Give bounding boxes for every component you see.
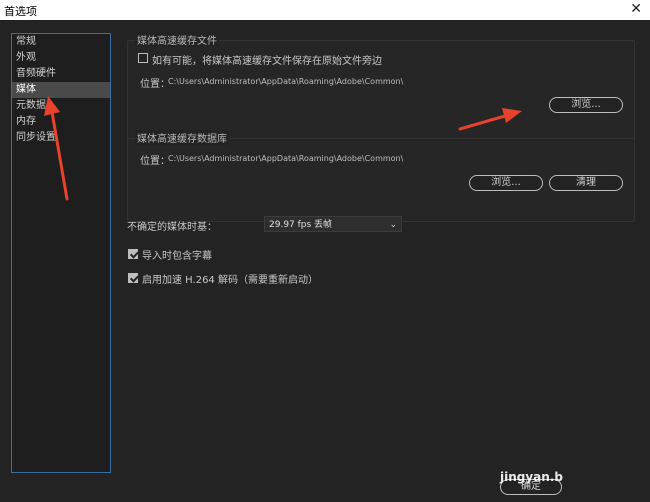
red-arrow-annotation [44, 96, 522, 201]
arrow-to-media-item [44, 96, 69, 201]
arrow-to-browse-button [458, 108, 522, 131]
